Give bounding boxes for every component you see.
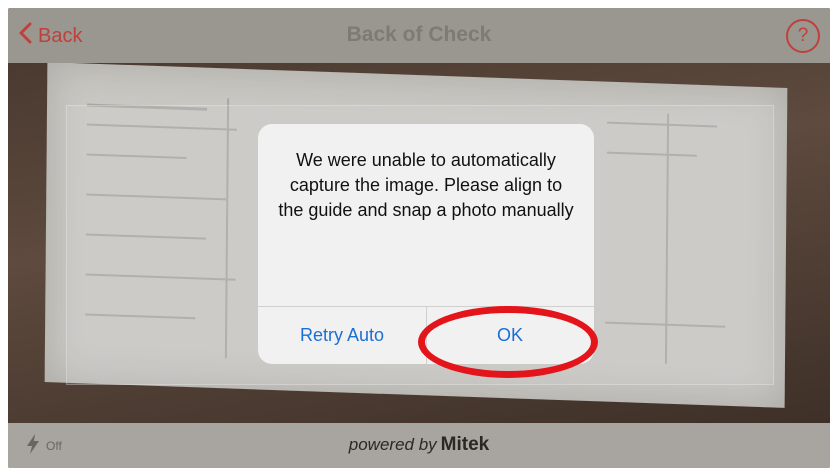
- question-circle-icon: ?: [797, 25, 809, 46]
- help-button[interactable]: ?: [786, 19, 820, 53]
- brand-logo: Mitek: [440, 434, 490, 455]
- navigation-bar: Back Back of Check ?: [8, 8, 830, 63]
- powered-by: powered by Mitek: [8, 434, 830, 456]
- page-title: Back of Check: [346, 23, 492, 46]
- bottom-bar: Off powered by Mitek: [8, 423, 830, 468]
- powered-by-text: powered by: [348, 435, 437, 454]
- retry-auto-button[interactable]: Retry Auto: [258, 307, 426, 364]
- alert-dialog: We were unable to automatically capture …: [258, 124, 594, 364]
- ok-button[interactable]: OK: [426, 307, 594, 364]
- camera-screen: Back Back of Check ? We were unable to a…: [8, 8, 830, 468]
- alert-message: We were unable to automatically capture …: [278, 150, 574, 220]
